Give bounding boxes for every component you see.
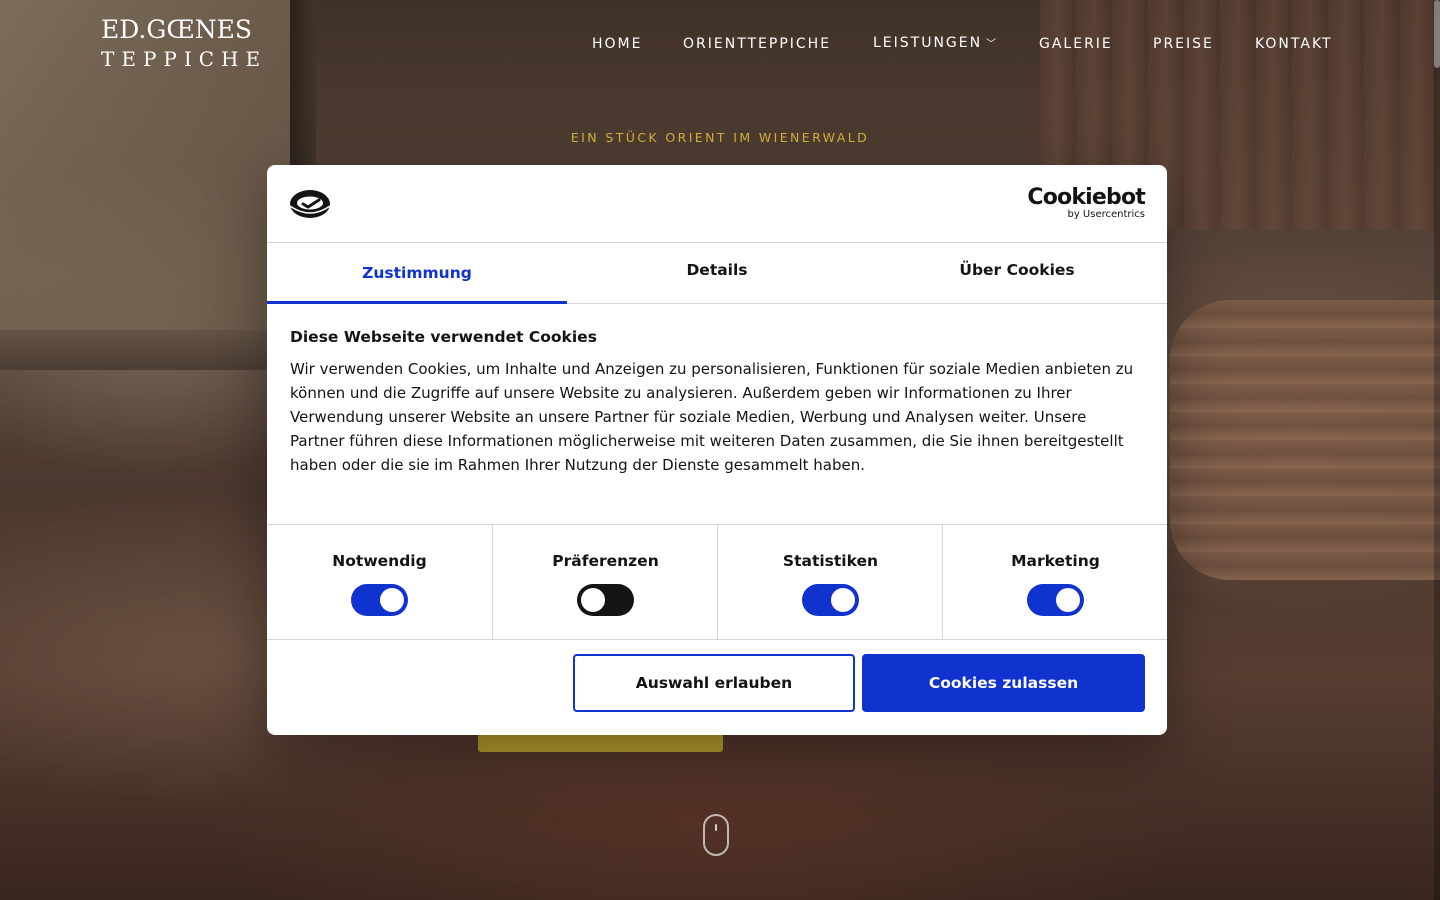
tab-consent[interactable]: Zustimmung bbox=[267, 243, 567, 304]
scroll-mouse-icon[interactable] bbox=[703, 814, 729, 856]
hero-tagline: EIN STÜCK ORIENT IM WIENERWALD bbox=[570, 130, 870, 145]
category-label: Notwendig bbox=[332, 552, 427, 570]
tab-details[interactable]: Details bbox=[567, 243, 867, 303]
allow-all-cookies-button[interactable]: Cookies zulassen bbox=[862, 654, 1145, 712]
cookiebot-logo-icon bbox=[289, 190, 331, 218]
category-preferences: Präferenzen bbox=[492, 525, 718, 639]
toggle-knob bbox=[831, 588, 855, 612]
nav-item-home[interactable]: HOME bbox=[592, 35, 642, 53]
toggle-necessary[interactable] bbox=[351, 584, 408, 616]
category-label: Statistiken bbox=[782, 552, 879, 570]
toggle-knob bbox=[1056, 588, 1080, 612]
scrollbar-thumb[interactable] bbox=[1434, 0, 1440, 68]
dialog-text: Wir verwenden Cookies, um Inhalte und An… bbox=[290, 360, 1134, 474]
tab-about-cookies[interactable]: Über Cookies bbox=[867, 243, 1167, 303]
dialog-body: Diese Webseite verwendet Cookies Wir ver… bbox=[290, 327, 1140, 477]
dialog-header: Cookiebot by Usercentrics bbox=[267, 165, 1167, 243]
toggle-statistics[interactable] bbox=[802, 584, 859, 616]
nav-item-leistungen-label: LEISTUNGEN bbox=[873, 35, 983, 51]
allow-selection-button[interactable]: Auswahl erlauben bbox=[573, 654, 855, 712]
toggle-preferences[interactable] bbox=[577, 584, 634, 616]
dialog-title: Diese Webseite verwendet Cookies bbox=[290, 328, 597, 346]
toggle-knob bbox=[380, 588, 404, 612]
cookiebot-brand: Cookiebot by Usercentrics bbox=[1027, 185, 1145, 220]
consent-categories: Notwendig Präferenzen Statistiken Market… bbox=[267, 524, 1167, 640]
chevron-down-icon: ﹀ bbox=[986, 39, 997, 50]
nav-item-kontakt[interactable]: KONTAKT bbox=[1255, 35, 1333, 53]
cookie-consent-dialog: Cookiebot by Usercentrics Zustimmung Det… bbox=[267, 165, 1167, 735]
category-marketing: Marketing bbox=[942, 525, 1167, 639]
brand-name: Cookiebot bbox=[1027, 185, 1145, 210]
category-necessary: Notwendig bbox=[267, 525, 492, 639]
dialog-tabs: Zustimmung Details Über Cookies bbox=[267, 243, 1167, 304]
toggle-knob bbox=[581, 588, 605, 612]
nav-item-leistungen[interactable]: LEISTUNGEN ﹀ bbox=[873, 34, 996, 54]
nav-item-orientteppiche[interactable]: ORIENTTEPPICHE bbox=[683, 35, 831, 53]
brand-byline: by Usercentrics bbox=[1067, 209, 1145, 220]
mouse-wheel bbox=[715, 824, 717, 831]
nav-item-preise[interactable]: PREISE bbox=[1153, 35, 1214, 53]
category-statistics: Statistiken bbox=[717, 525, 943, 639]
category-label: Marketing bbox=[1011, 552, 1100, 570]
category-label: Präferenzen bbox=[552, 552, 659, 570]
toggle-marketing[interactable] bbox=[1027, 584, 1084, 616]
nav-item-galerie[interactable]: GALERIE bbox=[1039, 35, 1113, 53]
main-nav: HOME ORIENTTEPPICHE LEISTUNGEN ﹀ GALERIE … bbox=[0, 35, 1440, 55]
